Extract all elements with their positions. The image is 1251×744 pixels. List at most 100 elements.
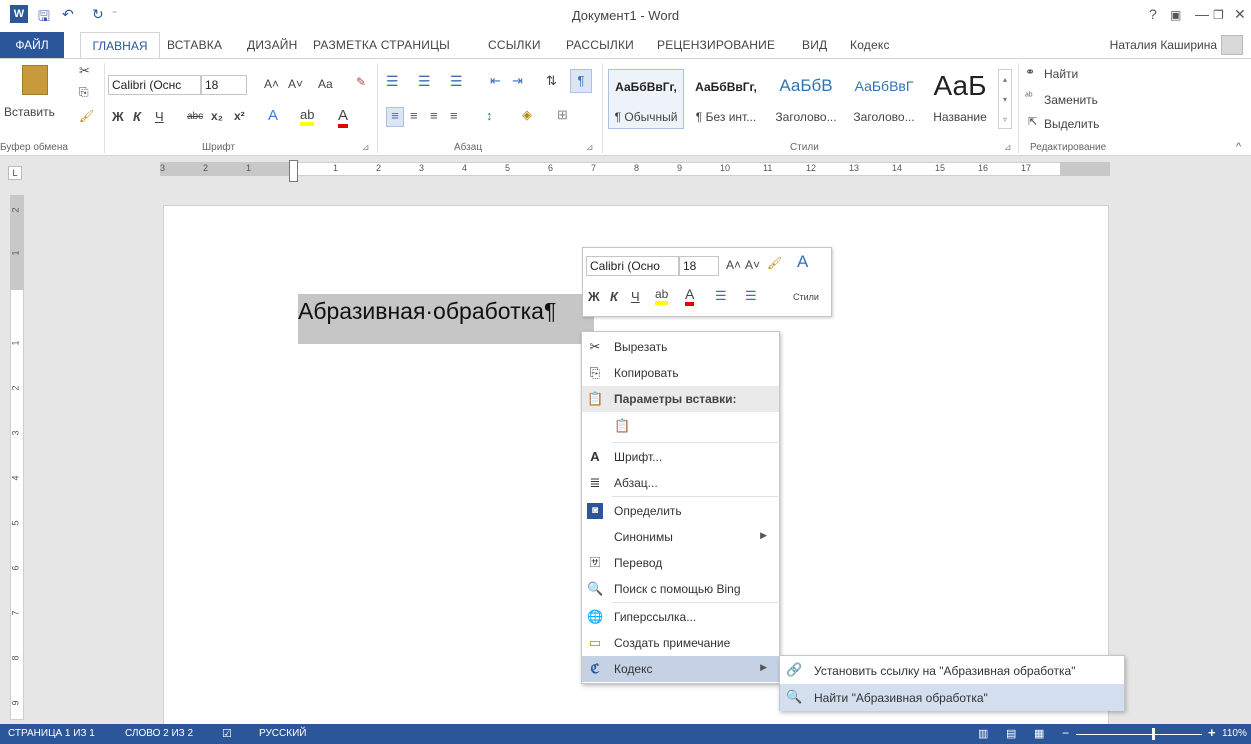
style-normal[interactable]: АаБбВвГг, ¶ Обычный	[608, 69, 684, 129]
font-color-icon[interactable]: A	[338, 107, 349, 128]
replace-button[interactable]: Заменить	[1044, 93, 1098, 107]
mini-highlight-icon[interactable]: ab	[655, 287, 669, 305]
select-button[interactable]: Выделить	[1044, 117, 1099, 131]
menu-item-define[interactable]: ◙ Определить	[582, 498, 779, 524]
superscript-button[interactable]: x²	[234, 109, 245, 123]
read-mode-icon[interactable]: ▥	[978, 727, 988, 740]
page-count[interactable]: СТРАНИЦА 1 ИЗ 1	[8, 728, 95, 739]
mini-bullets-icon[interactable]: ☰	[715, 288, 727, 304]
zoom-level[interactable]: 110%	[1222, 728, 1247, 739]
style-heading-2[interactable]: АаБбВвГ Заголово...	[846, 69, 922, 129]
close-button[interactable]: ✕	[1234, 6, 1246, 23]
grow-font-button[interactable]: A˄	[264, 77, 279, 91]
cut-icon[interactable]: ✂	[79, 63, 90, 79]
text-effects-icon[interactable]: A	[268, 107, 278, 124]
line-spacing-icon[interactable]: ↕	[486, 108, 493, 123]
shrink-font-button[interactable]: A˅	[288, 77, 303, 91]
strikethrough-button[interactable]: abc	[187, 111, 203, 122]
justify-icon[interactable]: ≡	[450, 108, 458, 123]
borders-icon[interactable]: ⊞	[557, 107, 568, 123]
numbering-icon[interactable]: ☰	[418, 73, 431, 90]
tab-references[interactable]: ССЫЛКИ	[488, 38, 541, 52]
menu-item-paragraph[interactable]: ≣ Абзац...	[582, 470, 779, 496]
copy-icon[interactable]: ⎘	[79, 85, 89, 100]
tab-insert[interactable]: ВСТАВКА	[167, 38, 222, 52]
menu-item-kodeks[interactable]: ℭ Кодекс ▶	[582, 656, 779, 682]
subscript-button[interactable]: x₂	[211, 109, 223, 123]
tab-review[interactable]: РЕЦЕНЗИРОВАНИЕ	[657, 38, 775, 52]
mini-styles-label[interactable]: Стили	[793, 292, 819, 302]
menu-item-new-comment[interactable]: ▭ Создать примечание	[582, 630, 779, 656]
mini-size-combo[interactable]: 18	[679, 256, 719, 276]
collapse-ribbon-icon[interactable]: ^	[1236, 141, 1241, 153]
zoom-out-button[interactable]: −	[1062, 726, 1069, 740]
help-button[interactable]: ?	[1149, 6, 1157, 22]
mini-font-color-icon[interactable]: A	[685, 286, 695, 306]
tab-home[interactable]: ГЛАВНАЯ	[80, 32, 160, 59]
font-family-combo[interactable]: Calibri (Оснс	[108, 75, 201, 95]
tab-layout[interactable]: РАЗМЕТКА СТРАНИЦЫ	[313, 38, 450, 52]
decrease-indent-icon[interactable]: ⇤	[490, 73, 501, 89]
paste-button[interactable]: Вставить	[4, 105, 55, 119]
style-no-spacing[interactable]: АаБбВвГг, ¶ Без инт...	[686, 69, 766, 129]
mini-shrink-font-button[interactable]: A˅	[745, 258, 760, 272]
find-button[interactable]: Найти	[1044, 67, 1078, 81]
align-center-icon[interactable]: ≡	[410, 108, 418, 123]
change-case-button[interactable]: Aa	[318, 77, 333, 91]
underline-button[interactable]: Ч	[155, 109, 164, 124]
paste-icon[interactable]	[22, 65, 48, 95]
submenu-item-find[interactable]: 🔍 Найти "Абразивная обработка"	[780, 684, 1124, 711]
clear-formatting-icon[interactable]: ✎	[356, 75, 366, 89]
mini-font-combo[interactable]: Calibri (Осно	[586, 256, 679, 276]
menu-item-bing[interactable]: 🔍 Поиск с помощью Bing	[582, 576, 779, 602]
italic-button[interactable]: К	[133, 109, 141, 124]
tab-mailings[interactable]: РАССЫЛКИ	[566, 38, 634, 52]
sort-icon[interactable]: ⇅	[546, 73, 557, 89]
mini-italic-button[interactable]: К	[610, 289, 618, 304]
menu-item-synonyms[interactable]: Синонимы ▶	[582, 524, 779, 550]
submenu-item-set-link[interactable]: 🔗 Установить ссылку на "Абразивная обраб…	[780, 657, 1124, 684]
show-marks-icon[interactable]: ¶	[570, 69, 592, 93]
styles-dialog-launcher-icon[interactable]: ⊿	[1004, 142, 1012, 153]
align-right-icon[interactable]: ≡	[430, 108, 438, 123]
tab-design[interactable]: ДИЗАЙН	[247, 38, 298, 52]
highlight-icon[interactable]: ab	[300, 107, 315, 126]
proofing-icon[interactable]: ☑	[222, 727, 232, 740]
mini-grow-font-button[interactable]: A˄	[726, 258, 741, 272]
indent-marker[interactable]	[289, 160, 298, 182]
avatar[interactable]	[1221, 35, 1243, 55]
menu-item-font[interactable]: A Шрифт...	[582, 444, 779, 470]
selected-text[interactable]: Абразивная·обработка¶	[298, 294, 594, 344]
word-count[interactable]: СЛОВО 2 ИЗ 2	[125, 728, 193, 739]
menu-item-copy[interactable]: ⎘ Копировать	[582, 360, 779, 386]
bold-button[interactable]: Ж	[112, 109, 124, 124]
shading-icon[interactable]: ◈	[522, 107, 532, 123]
menu-item-translate[interactable]: 🈂 Перевод	[582, 550, 779, 576]
mini-numbering-icon[interactable]: ☰	[745, 288, 757, 304]
zoom-slider-track[interactable]	[1076, 734, 1202, 735]
menu-item-hyperlink[interactable]: 🌐 Гиперссылка...	[582, 604, 779, 630]
tab-view[interactable]: ВИД	[802, 38, 827, 52]
multilevel-list-icon[interactable]: ☰	[450, 73, 463, 90]
font-dialog-launcher-icon[interactable]: ⊿	[362, 142, 370, 153]
language-indicator[interactable]: РУССКИЙ	[259, 728, 306, 739]
web-layout-icon[interactable]: ▦	[1034, 727, 1044, 740]
menu-paste-keep-source[interactable]: 📋	[582, 412, 779, 442]
minimize-button[interactable]: —	[1195, 6, 1209, 22]
ribbon-display-options-icon[interactable]: ▣	[1170, 8, 1181, 22]
zoom-in-button[interactable]: +	[1208, 725, 1216, 740]
style-title[interactable]: АаБ Название	[924, 69, 996, 129]
tab-file[interactable]: ФАЙЛ	[0, 32, 64, 58]
font-size-combo[interactable]: 18	[201, 75, 247, 95]
print-layout-icon[interactable]: ▤	[1006, 727, 1016, 740]
align-left-icon[interactable]: ≡	[386, 107, 404, 127]
mini-bold-button[interactable]: Ж	[588, 289, 600, 304]
tab-selector-icon[interactable]: L	[8, 166, 22, 180]
menu-item-cut[interactable]: ✂ Вырезать	[582, 334, 779, 360]
mini-underline-button[interactable]: Ч	[631, 289, 640, 304]
style-heading-1[interactable]: АаБбВ Заголово...	[768, 69, 844, 129]
zoom-slider-thumb[interactable]	[1152, 728, 1155, 740]
increase-indent-icon[interactable]: ⇥	[512, 73, 523, 89]
user-name[interactable]: Наталия Каширина	[1110, 38, 1217, 52]
bullets-icon[interactable]: ☰	[386, 73, 399, 90]
